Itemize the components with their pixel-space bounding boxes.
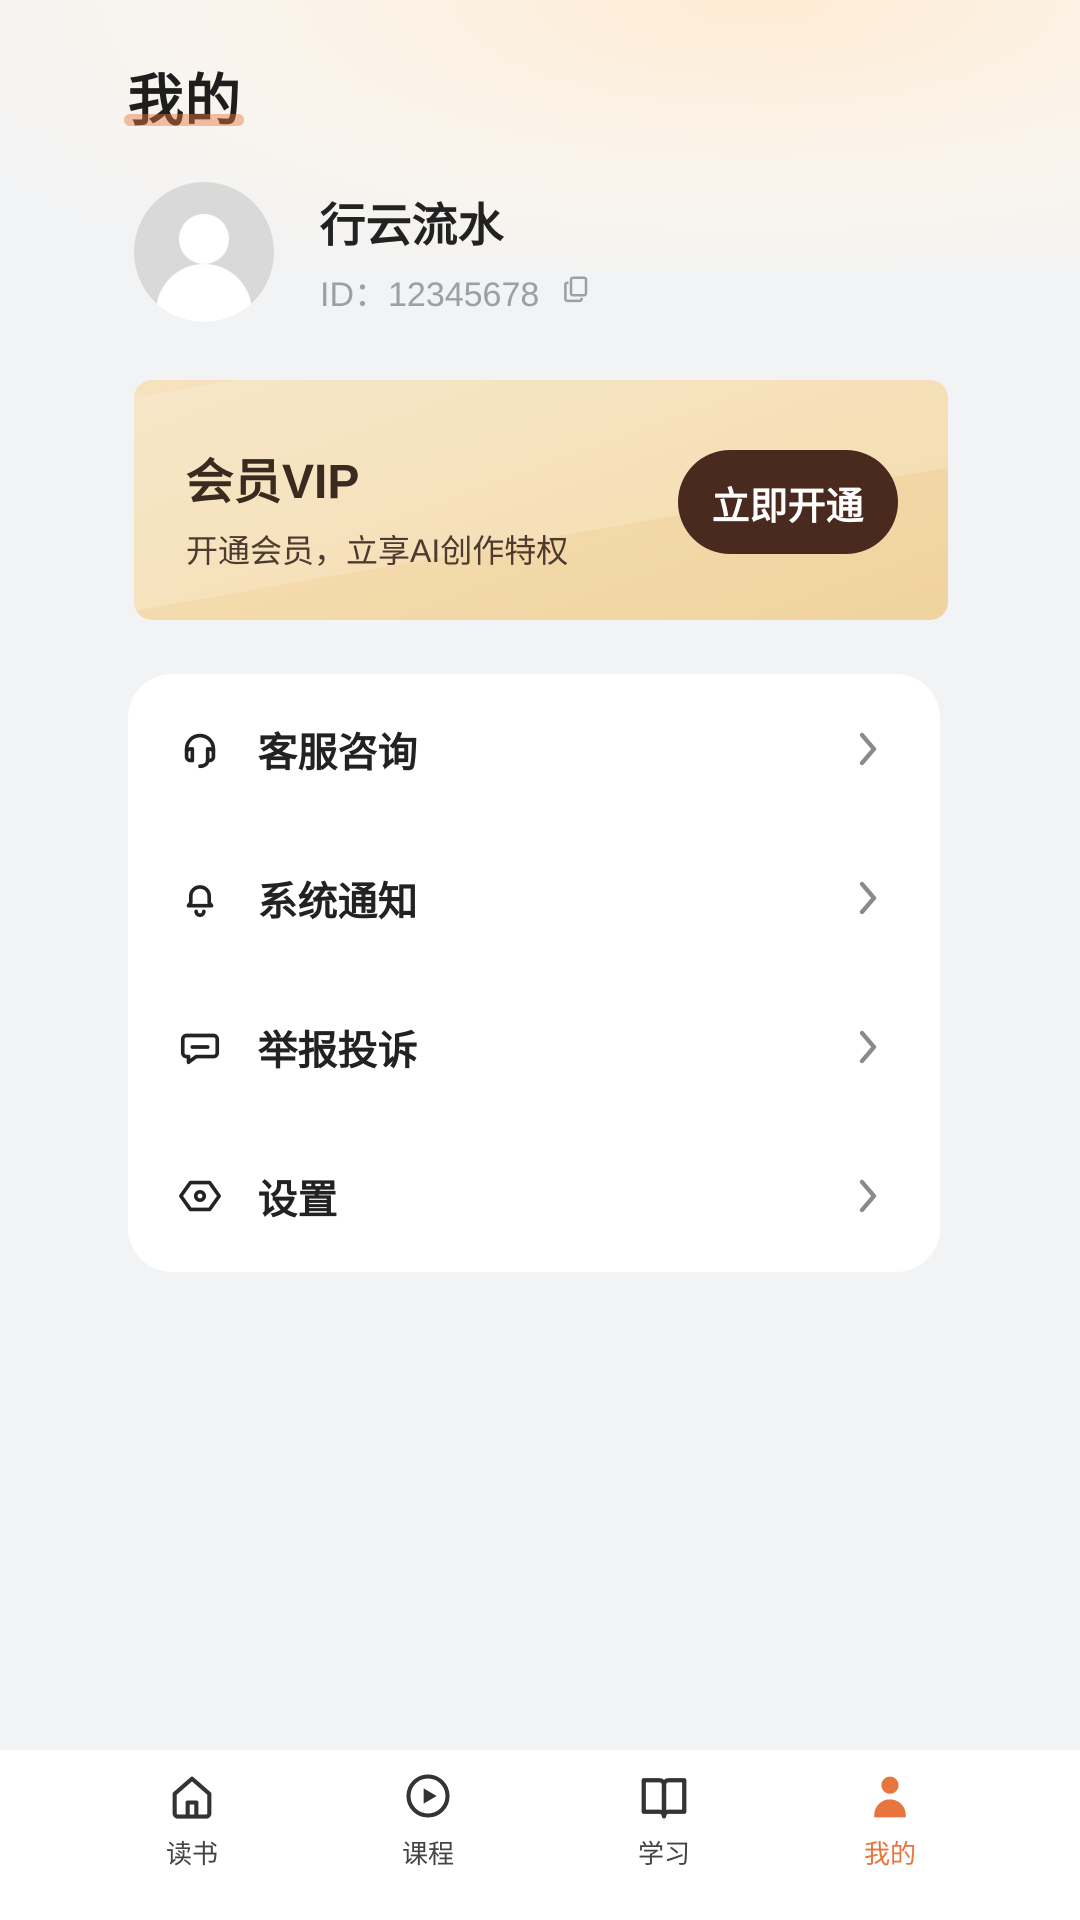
menu-item-report-complaint[interactable]: 举报投诉 xyxy=(128,972,940,1122)
settings-icon xyxy=(174,1170,226,1222)
nav-item-learning[interactable]: 学习 xyxy=(564,1768,764,1908)
vip-title: 会员VIP xyxy=(186,456,360,509)
menu-item-system-notification[interactable]: 系统通知 xyxy=(128,823,940,973)
nav-item-courses[interactable]: 课程 xyxy=(328,1768,528,1908)
vip-subtitle: 开通会员，立享AI创作特权 xyxy=(186,533,569,569)
bottom-navigation: 读书 课程 学习 我的 xyxy=(0,1749,1080,1920)
avatar-body-shape xyxy=(156,264,252,322)
nav-item-mine[interactable]: 我的 xyxy=(790,1768,990,1908)
nav-label: 课程 xyxy=(401,1839,454,1869)
headset-icon xyxy=(174,723,226,775)
vip-activate-button[interactable]: 立即开通 xyxy=(678,450,898,554)
menu-item-label: 客服咨询 xyxy=(258,731,418,775)
profile-section[interactable]: 行云流水 ID：12345678 xyxy=(134,182,954,322)
avatar[interactable] xyxy=(134,182,274,322)
bell-icon xyxy=(174,872,226,924)
page-title-underline xyxy=(124,114,244,126)
message-icon xyxy=(174,1021,226,1073)
book-open-icon xyxy=(636,1768,692,1824)
menu-item-customer-service[interactable]: 客服咨询 xyxy=(128,674,940,824)
copy-icon xyxy=(561,274,591,309)
profile-text: 行云流水 ID：12345678 xyxy=(320,189,595,316)
user-id: ID：12345678 xyxy=(320,275,540,314)
copy-id-button[interactable] xyxy=(557,272,595,310)
user-icon xyxy=(862,1768,918,1824)
menu-item-label: 设置 xyxy=(258,1178,338,1222)
play-circle-icon xyxy=(400,1768,456,1824)
username: 行云流水 xyxy=(320,198,504,251)
nav-label: 读书 xyxy=(165,1839,218,1869)
menu-item-settings[interactable]: 设置 xyxy=(128,1121,940,1271)
avatar-head-shape xyxy=(179,214,229,264)
nav-label: 学习 xyxy=(637,1839,690,1869)
chevron-right-icon xyxy=(856,1027,880,1067)
chevron-right-icon xyxy=(856,878,880,918)
nav-item-reading[interactable]: 读书 xyxy=(92,1768,292,1908)
vip-card[interactable]: 会员VIP 开通会员，立享AI创作特权 立即开通 xyxy=(134,380,948,620)
home-icon xyxy=(164,1768,220,1824)
user-id-row: ID：12345678 xyxy=(320,267,595,316)
chevron-right-icon xyxy=(856,729,880,769)
chevron-right-icon xyxy=(856,1176,880,1216)
menu-item-label: 举报投诉 xyxy=(258,1029,418,1073)
nav-label: 我的 xyxy=(863,1839,916,1869)
menu-item-label: 系统通知 xyxy=(258,880,418,924)
menu-card: 客服咨询 系统通知 举报投诉 设置 xyxy=(128,674,940,1272)
screen: 我的 行云流水 ID：12345678 会员VIP 开通会员，立享AI创作特权 … xyxy=(0,0,1080,1920)
